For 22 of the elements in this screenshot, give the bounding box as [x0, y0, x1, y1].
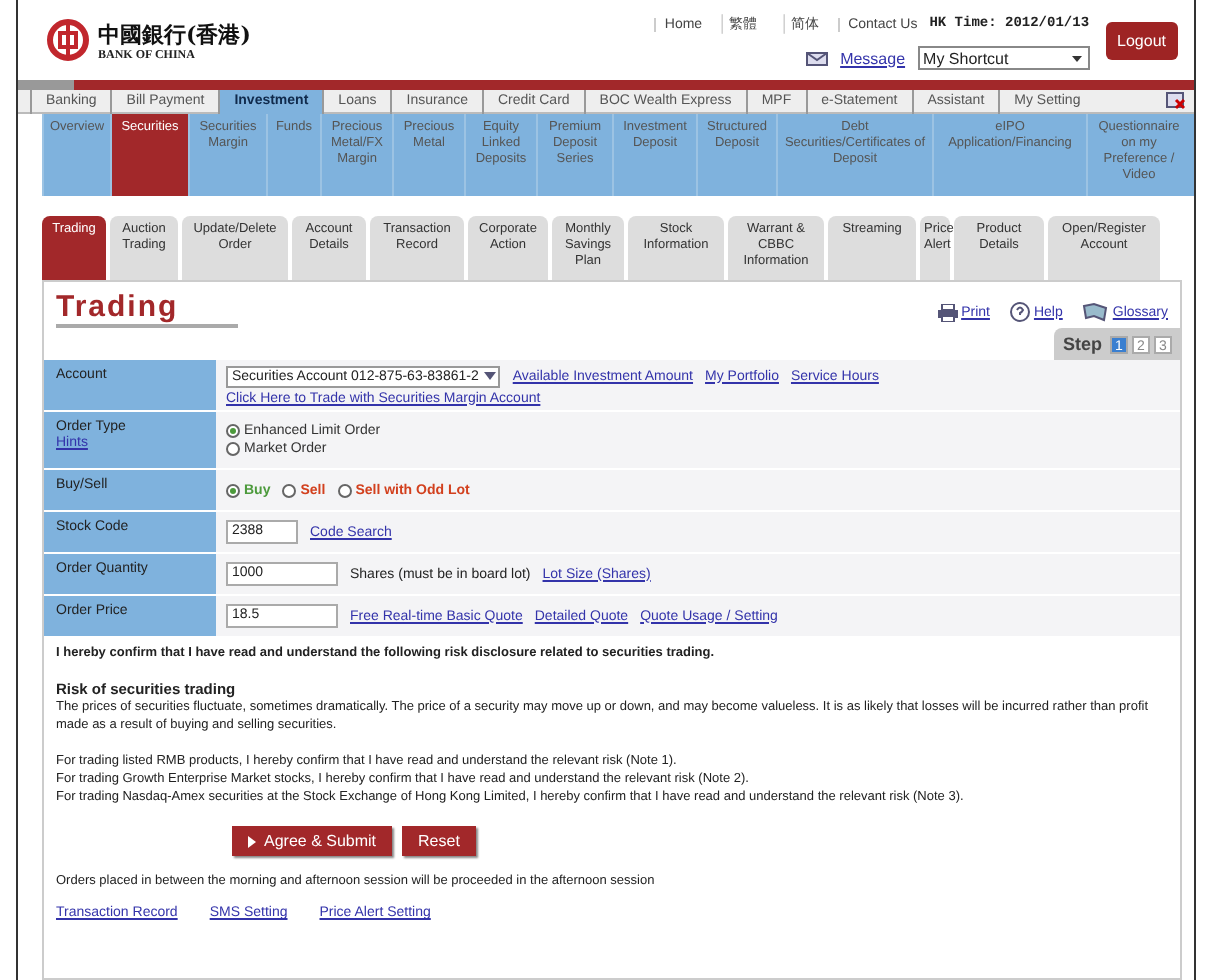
- panel-title: Trading: [56, 290, 239, 328]
- message-link[interactable]: Message: [840, 49, 906, 67]
- radio-button[interactable]: [282, 483, 297, 497]
- envelope-icon: [806, 51, 829, 65]
- radio-button[interactable]: [337, 483, 352, 497]
- help-icon: [1009, 302, 1030, 322]
- play-arrow-icon: [248, 835, 256, 847]
- close-icon[interactable]: [1166, 92, 1186, 110]
- logout-button[interactable]: Logout: [1105, 21, 1178, 59]
- step-label: Step: [1062, 334, 1102, 354]
- radio-button[interactable]: [226, 424, 240, 438]
- dropdown-arrow-icon: [482, 368, 499, 384]
- radio-button[interactable]: [226, 483, 240, 497]
- dropdown-arrow-icon: [1069, 51, 1084, 65]
- radio-button[interactable]: [226, 442, 240, 456]
- reset-button[interactable]: Reset: [402, 826, 476, 856]
- book-icon: [1082, 302, 1109, 322]
- logo-chinese-text: 中國銀行(香港): [98, 19, 251, 49]
- shortcut-select[interactable]: My Shortcut: [917, 46, 1090, 70]
- agree-submit-button[interactable]: Agree & Submit: [232, 826, 393, 856]
- bank-logo-icon: [46, 18, 90, 62]
- printer-icon: [937, 303, 958, 321]
